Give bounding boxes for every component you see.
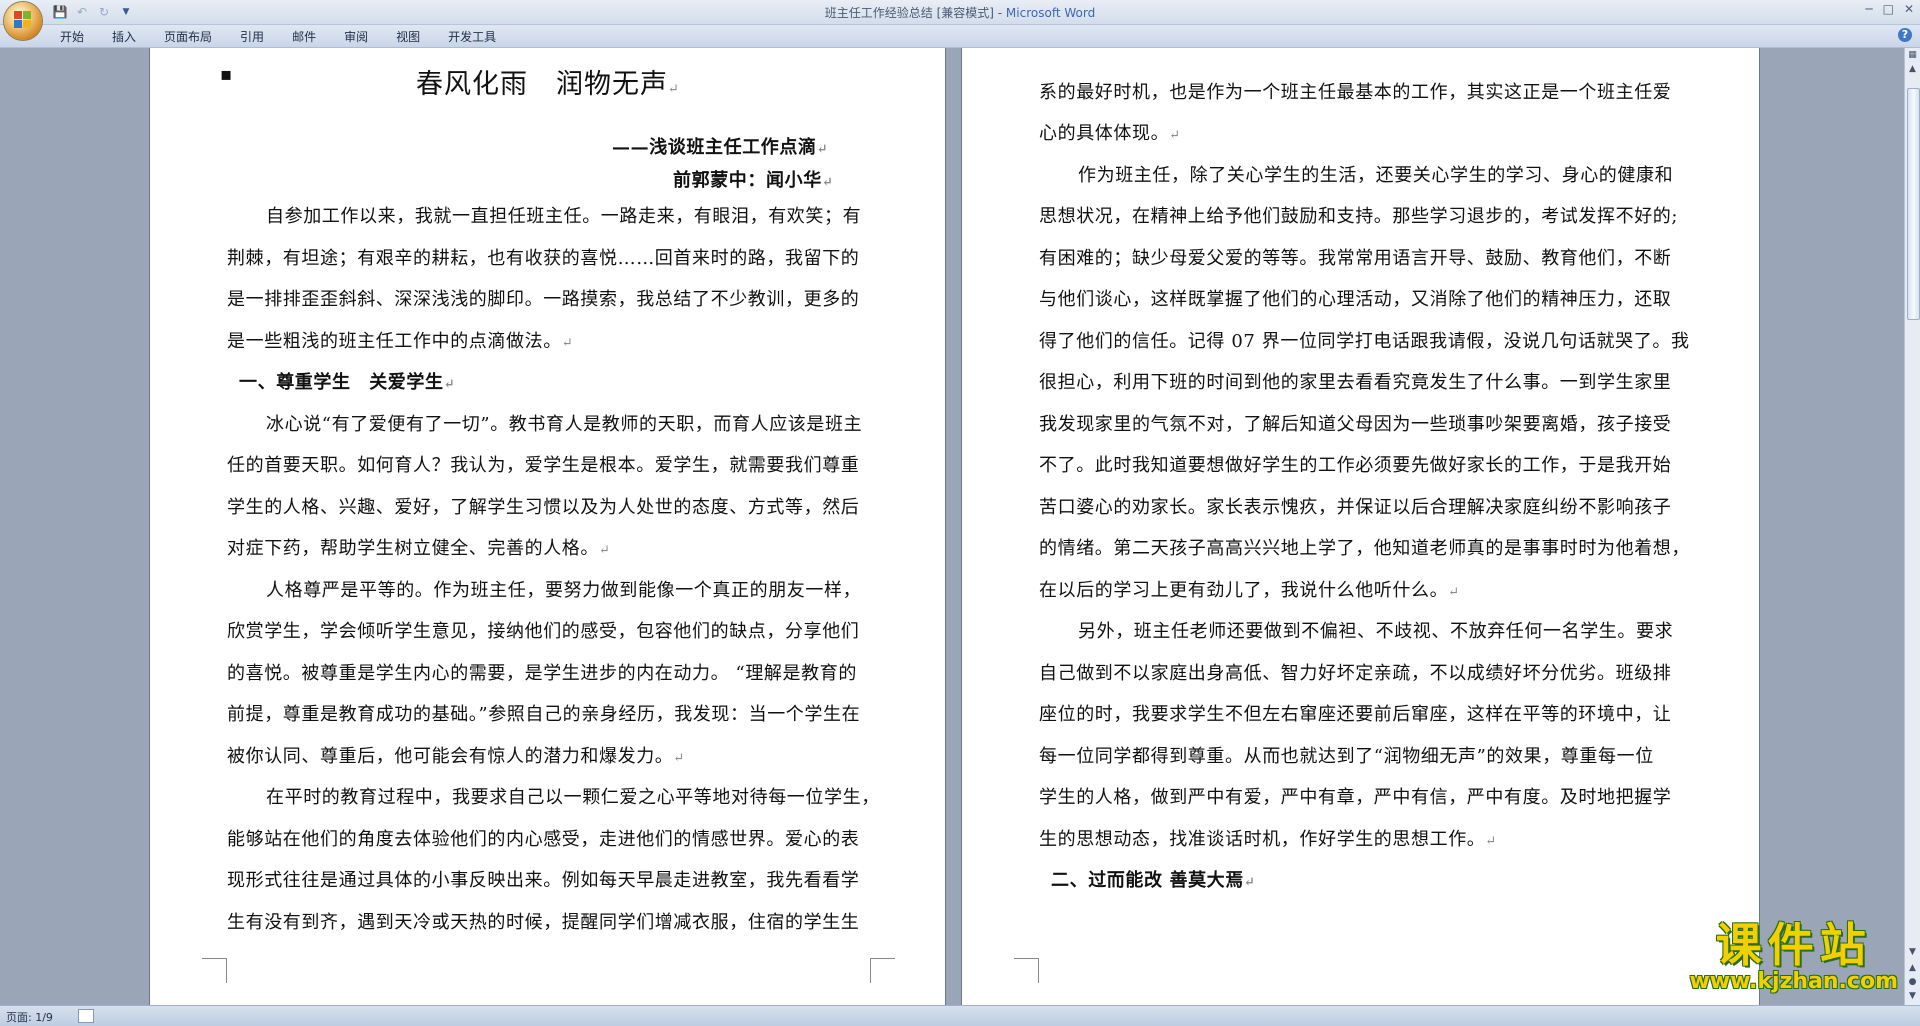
- ruler-toggle-icon[interactable]: ▦: [1905, 48, 1920, 62]
- left-line: 荆棘，有坦途；有艰辛的耕耘，也有收获的喜悦……回首来时的路，我留下的: [227, 248, 860, 269]
- tab-mailings[interactable]: 邮件: [278, 28, 330, 45]
- right-line: 学生的人格，做到严中有爱，严中有章，严中有信，严中有度。及时地把握学: [1039, 787, 1672, 808]
- right-line: 自己做到不以家庭出身高低、智力好坏定亲疏，不以成绩好坏分优劣。班级排: [1039, 663, 1672, 684]
- right-line: 有困难的；缺少母爱父爱的等等。我常常用语言开导、鼓励、教育他们，不断: [1039, 248, 1672, 269]
- tab-review[interactable]: 审阅: [330, 28, 382, 45]
- right-line: 与他们谈心，这样既掌握了他们的心理活动，又消除了他们的精神压力，还取: [1039, 289, 1672, 310]
- right-line: 得了他们的信任。记得 07 界一位同学打电话跟我请假，没说几句话就哭了。我: [1039, 331, 1690, 352]
- left-line: 现形式往往是通过具体的小事反映出来。例如每天早晨走进教室，我先看看学: [227, 870, 860, 891]
- window-title-app: Microsoft Word: [1005, 6, 1096, 20]
- left-line: 的喜悦。被尊重是学生内心的需要，是学生进步的内在动力。 “理解是教育的: [227, 663, 857, 684]
- next-page-icon[interactable]: ▼: [1905, 989, 1920, 1003]
- scroll-up-icon[interactable]: ▲: [1905, 62, 1920, 76]
- tab-insert[interactable]: 插入: [98, 28, 150, 45]
- left-line: 自参加工作以来，我就一直担任班主任。一路走来，有眼泪，有欢笑；有: [266, 206, 862, 227]
- close-icon[interactable]: ✕: [1904, 2, 1914, 16]
- page-count-status[interactable]: 页面: 1/9: [6, 1009, 53, 1025]
- right-line: 的情绪。第二天孩子高高兴兴地上学了，他知道老师真的是事事时时为他着想，: [1039, 538, 1690, 559]
- status-bar: 页面: 1/9: [0, 1005, 1920, 1026]
- left-line: 能够站在他们的角度去体验他们的内心感受，走进他们的情感世界。爱心的表: [227, 829, 860, 850]
- previous-page-icon[interactable]: ▲: [1905, 961, 1920, 975]
- margin-corner-mark: [202, 958, 227, 983]
- right-line: 每一位同学都得到尊重。从而也就达到了“润物细无声”的效果，尊重每一位: [1039, 746, 1654, 767]
- maximize-icon[interactable]: □: [1883, 2, 1894, 16]
- left-line: 在平时的教育过程中，我要求自己以一颗仁爱之心平等地对待每一位学生，: [266, 787, 880, 808]
- minimize-icon[interactable]: ─: [1865, 2, 1872, 16]
- site-watermark: 课件站 www.kjzhan.com: [1689, 920, 1898, 994]
- right-line: 生的思想动态，找准谈话时机，作好学生的思想工作。↵: [1039, 829, 1497, 850]
- proofing-status-icon[interactable]: [78, 1009, 94, 1023]
- left-line: 欣赏学生，学会倾听学生意见，接纳他们的感受，包容他们的缺点，分享他们: [227, 621, 860, 642]
- window-title-document: 班主任工作经验总结 [兼容模式] -: [824, 6, 1006, 20]
- tab-references[interactable]: 引用: [226, 28, 278, 45]
- office-logo-icon: [14, 11, 32, 29]
- ribbon-tabs: 开始 插入 页面布局 引用 邮件 审阅 视图 开发工具: [50, 25, 510, 47]
- vertical-scrollbar[interactable]: ▦ ▲ ▼ ▲ ● ▼: [1904, 48, 1920, 1005]
- right-line: 思想状况，在精神上给予他们鼓励和支持。那些学习退步的，考试发挥不好的;: [1039, 206, 1679, 227]
- watermark-url: www.kjzhan.com: [1689, 969, 1898, 994]
- select-browse-object-icon[interactable]: ●: [1905, 975, 1920, 989]
- document-area[interactable]: ▪ 春风化雨 润物无声↵ ——浅谈班主任工作点滴↵ 前郭蒙中：闻小华↵ 自参加工…: [0, 48, 1905, 1005]
- tab-view[interactable]: 视图: [382, 28, 434, 45]
- right-line: 不了。此时我知道要想做好学生的工作必须要先做好家长的工作，于是我开始: [1039, 455, 1672, 476]
- window-controls: ─ □ ✕: [1865, 2, 1914, 16]
- right-line: 座位的时，我要求学生不但左右窜座还要前后窜座，这样在平等的环境中，让: [1039, 704, 1672, 725]
- document-author: 前郭蒙中：闻小华↵: [673, 170, 834, 191]
- right-line: 很担心，利用下班的时间到他的家里去看看究竟发生了什么事。一到学生家里: [1039, 372, 1672, 393]
- left-line: 是一排排歪歪斜斜、深深浅浅的脚印。一路摸索，我总结了不少教训，更多的: [227, 289, 860, 310]
- help-icon[interactable]: ?: [1898, 28, 1912, 42]
- title-bar: 💾 ↶ ↻ ▼ 班主任工作经验总结 [兼容模式] - Microsoft Wor…: [0, 0, 1920, 25]
- paragraph-mark-bullet: ▪: [220, 64, 233, 85]
- page-right[interactable]: 系的最好时机，也是作为一个班主任最基本的工作，其实这正是一个班主任爱 心的具体体…: [962, 48, 1759, 1005]
- left-line: 是一些粗浅的班主任工作中的点滴做法。↵: [227, 331, 574, 352]
- left-line: 被你认同、尊重后，他可能会有惊人的潜力和爆发力。↵: [227, 746, 685, 767]
- left-line: 前提，尊重是教育成功的基础。”参照自己的亲身经历，我发现：当一个学生在: [227, 704, 861, 725]
- right-line: 在以后的学习上更有劲儿了，我说什么他听什么。↵: [1039, 580, 1460, 601]
- left-line: 任的首要天职。如何育人？我认为，爱学生是根本。爱学生，就需要我们尊重: [227, 455, 860, 476]
- left-line: 生有没有到齐，遇到天冷或天热的时候，提醒同学们增减衣服，住宿的学生生: [227, 912, 860, 933]
- right-line: 系的最好时机，也是作为一个班主任最基本的工作，其实这正是一个班主任爱: [1039, 82, 1672, 103]
- office-button[interactable]: [4, 2, 42, 40]
- scroll-down-icon[interactable]: ▼: [1905, 945, 1920, 959]
- margin-corner-mark: [870, 958, 895, 983]
- left-line: 冰心说“有了爱便有了一切”。教书育人是教师的天职，而育人应该是班主: [266, 414, 863, 435]
- margin-corner-mark: [1014, 958, 1039, 983]
- tab-home[interactable]: 开始: [50, 28, 98, 45]
- window-title: 班主任工作经验总结 [兼容模式] - Microsoft Word: [0, 4, 1920, 21]
- tab-developer[interactable]: 开发工具: [434, 28, 510, 45]
- watermark-text: 课件站: [1715, 918, 1872, 972]
- tab-page-layout[interactable]: 页面布局: [150, 28, 226, 45]
- right-line: 另外，班主任老师还要做到不偏袒、不歧视、不放弃任何一名学生。要求: [1078, 621, 1674, 642]
- document-title: 春风化雨 润物无声↵: [416, 69, 680, 100]
- right-line: 苦口婆心的劝家长。家长表示愧疚，并保证以后合理解决家庭纠纷不影响孩子: [1039, 497, 1672, 518]
- section-heading-2: 二、过而能改 善莫大焉↵: [1051, 870, 1256, 891]
- document-subtitle: ——浅谈班主任工作点滴↵: [612, 137, 829, 158]
- scrollbar-thumb[interactable]: [1907, 88, 1920, 320]
- section-heading-1: 一、尊重学生 关爱学生↵: [239, 372, 456, 393]
- right-line: 作为班主任，除了关心学生的生活，还要关心学生的学习、身心的健康和: [1078, 165, 1674, 186]
- ribbon-tab-bar: 开始 插入 页面布局 引用 邮件 审阅 视图 开发工具 ?: [0, 25, 1920, 48]
- right-line: 我发现家里的气氛不对，了解后知道父母因为一些琐事吵架要离婚，孩子接受: [1039, 414, 1672, 435]
- left-line: 人格尊严是平等的。作为班主任，要努力做到能像一个真正的朋友一样，: [266, 580, 862, 601]
- page-left[interactable]: ▪ 春风化雨 润物无声↵ ——浅谈班主任工作点滴↵ 前郭蒙中：闻小华↵ 自参加工…: [150, 48, 945, 1005]
- left-line: 对症下药，帮助学生树立健全、完善的人格。↵: [227, 538, 611, 559]
- right-line: 心的具体体现。↵: [1039, 123, 1181, 144]
- left-line: 学生的人格、兴趣、爱好，了解学生习惯以及为人处世的态度、方式等，然后: [227, 497, 860, 518]
